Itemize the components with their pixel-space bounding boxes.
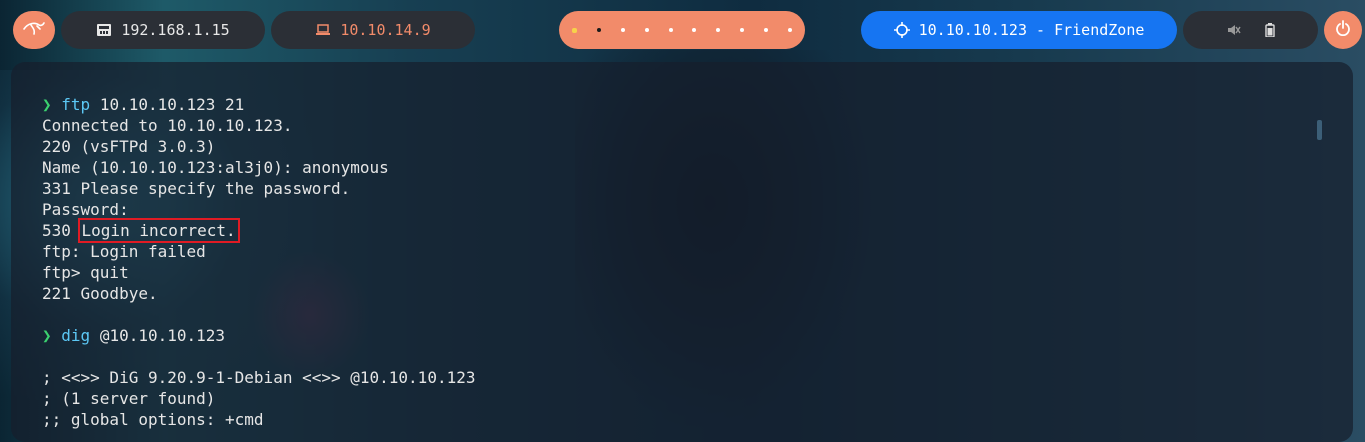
terminal-output: ❯ ftp 10.10.10.123 21 Connected to 10.10… bbox=[42, 94, 475, 430]
power-button[interactable] bbox=[1324, 11, 1362, 49]
output-line: Password: bbox=[42, 200, 129, 219]
vpn-ip-pill[interactable]: 10.10.14.9 bbox=[271, 11, 475, 49]
workspace-switcher[interactable] bbox=[559, 11, 805, 49]
system-tray bbox=[1183, 11, 1318, 49]
output-line: Name (10.10.10.123:al3j0): anonymous bbox=[42, 158, 389, 177]
prompt-symbol: ❯ bbox=[42, 326, 52, 345]
command-name: ftp bbox=[61, 95, 91, 114]
command-name: dig bbox=[61, 326, 91, 345]
workspace-dots bbox=[572, 27, 792, 33]
battery-icon[interactable] bbox=[1264, 23, 1275, 37]
output-line: ; <<>> DiG 9.20.9-1-Debian <<>> @10.10.1… bbox=[42, 368, 476, 387]
network-icon bbox=[96, 23, 112, 37]
output-line: 530 Login incorrect. bbox=[42, 218, 475, 243]
volume-mute-icon[interactable] bbox=[1227, 23, 1241, 37]
target-text: 10.10.10.123 - FriendZone bbox=[918, 21, 1145, 39]
workspace-dot[interactable] bbox=[644, 28, 649, 32]
command-line: ❯ dig @10.10.10.123 bbox=[42, 325, 475, 346]
menu-button[interactable] bbox=[13, 11, 55, 49]
workspace-dot[interactable] bbox=[620, 28, 625, 32]
workspace-dot[interactable] bbox=[596, 28, 601, 32]
command-line: ❯ ftp 10.10.10.123 21 bbox=[42, 94, 475, 115]
output-line: 220 (vsFTPd 3.0.3) bbox=[42, 137, 216, 156]
workspace-dot[interactable] bbox=[716, 28, 721, 32]
output-line: Connected to 10.10.10.123. bbox=[42, 116, 293, 135]
output-line: ; (1 server found) bbox=[42, 389, 216, 408]
output-line: 331 Please specify the password. bbox=[42, 179, 351, 198]
top-bar: 192.168.1.15 10.10.14.9 10.10.10.123 - F… bbox=[0, 0, 1365, 62]
output-line: ftp> quit bbox=[42, 263, 129, 282]
workspace-dot[interactable] bbox=[787, 28, 792, 32]
workspace-dot[interactable] bbox=[668, 28, 673, 32]
prompt-symbol: ❯ bbox=[42, 95, 52, 114]
scrollbar-thumb[interactable] bbox=[1317, 120, 1322, 140]
terminal-window[interactable]: ❯ ftp 10.10.10.123 21 Connected to 10.10… bbox=[11, 62, 1353, 442]
workspace-dot[interactable] bbox=[572, 27, 577, 33]
command-args: 10.10.10.123 21 bbox=[90, 95, 245, 114]
workspace-dot[interactable] bbox=[740, 28, 745, 32]
kali-dragon-icon bbox=[23, 20, 45, 40]
output-line: ;; global options: +cmd bbox=[42, 410, 264, 429]
local-ip-text: 192.168.1.15 bbox=[121, 21, 230, 39]
output-line: 221 Goodbye. bbox=[42, 284, 158, 303]
local-ip-pill[interactable]: 192.168.1.15 bbox=[61, 11, 265, 49]
power-icon bbox=[1335, 20, 1351, 40]
workspace-dot[interactable] bbox=[764, 28, 768, 32]
output-line: ftp: Login failed bbox=[42, 242, 206, 261]
target-pill[interactable]: 10.10.10.123 - FriendZone bbox=[861, 11, 1177, 49]
crosshair-icon bbox=[893, 22, 910, 38]
laptop-icon bbox=[315, 24, 331, 36]
vpn-ip-text: 10.10.14.9 bbox=[340, 21, 431, 39]
workspace-dot[interactable] bbox=[692, 28, 697, 32]
command-args: @10.10.10.123 bbox=[90, 326, 226, 345]
status-code: 530 bbox=[42, 221, 81, 240]
highlighted-login-incorrect: Login incorrect. bbox=[77, 218, 240, 243]
